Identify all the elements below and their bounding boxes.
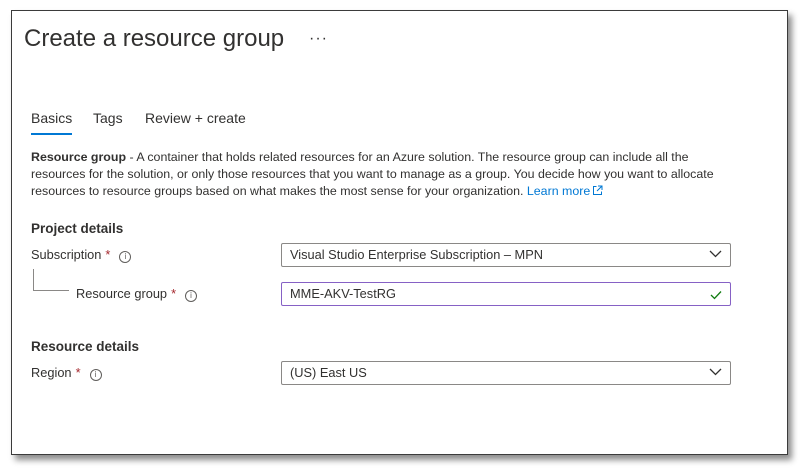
tab-tags[interactable]: Tags (93, 110, 123, 126)
region-label: Region * i (31, 365, 102, 381)
subscription-label-text: Subscription (31, 247, 102, 262)
subscription-dropdown[interactable]: Visual Studio Enterprise Subscription – … (281, 243, 731, 267)
region-label-text: Region (31, 365, 72, 380)
chevron-down-icon (709, 250, 722, 258)
resource-group-label: Resource group * i (76, 286, 198, 302)
page-title: Create a resource group (24, 25, 285, 52)
info-icon[interactable]: i (119, 251, 132, 263)
resource-group-input[interactable]: MME-AKV-TestRG (281, 282, 731, 306)
required-marker: * (105, 247, 111, 262)
required-marker: * (75, 365, 81, 380)
resource-group-value: MME-AKV-TestRG (290, 286, 396, 301)
resource-group-description: Resource group - A container that holds … (31, 149, 731, 200)
region-value: (US) East US (290, 365, 367, 380)
description-text: - A container that holds related resourc… (31, 150, 714, 198)
more-options-button[interactable]: ··· (309, 30, 328, 48)
project-details-heading: Project details (31, 221, 124, 236)
external-link-icon (593, 185, 603, 195)
tree-connector (33, 269, 69, 291)
subscription-label: Subscription * i (31, 247, 132, 263)
tab-review-create[interactable]: Review + create (145, 110, 246, 126)
chevron-down-icon (709, 368, 722, 376)
learn-more-link[interactable]: Learn more (527, 184, 603, 198)
resource-group-label-text: Resource group (76, 286, 168, 301)
region-dropdown[interactable]: (US) East US (281, 361, 731, 385)
description-term: Resource group (31, 150, 127, 164)
required-marker: * (171, 286, 177, 301)
resource-details-heading: Resource details (31, 339, 140, 354)
subscription-value: Visual Studio Enterprise Subscription – … (290, 247, 543, 262)
info-icon[interactable]: i (185, 290, 198, 302)
learn-more-label: Learn more (526, 184, 591, 198)
tab-basics[interactable]: Basics (31, 110, 73, 135)
checkmark-icon (710, 291, 722, 300)
info-icon[interactable]: i (89, 369, 102, 381)
create-resource-group-blade: Create a resource group ··· Basics Tags … (11, 10, 788, 455)
